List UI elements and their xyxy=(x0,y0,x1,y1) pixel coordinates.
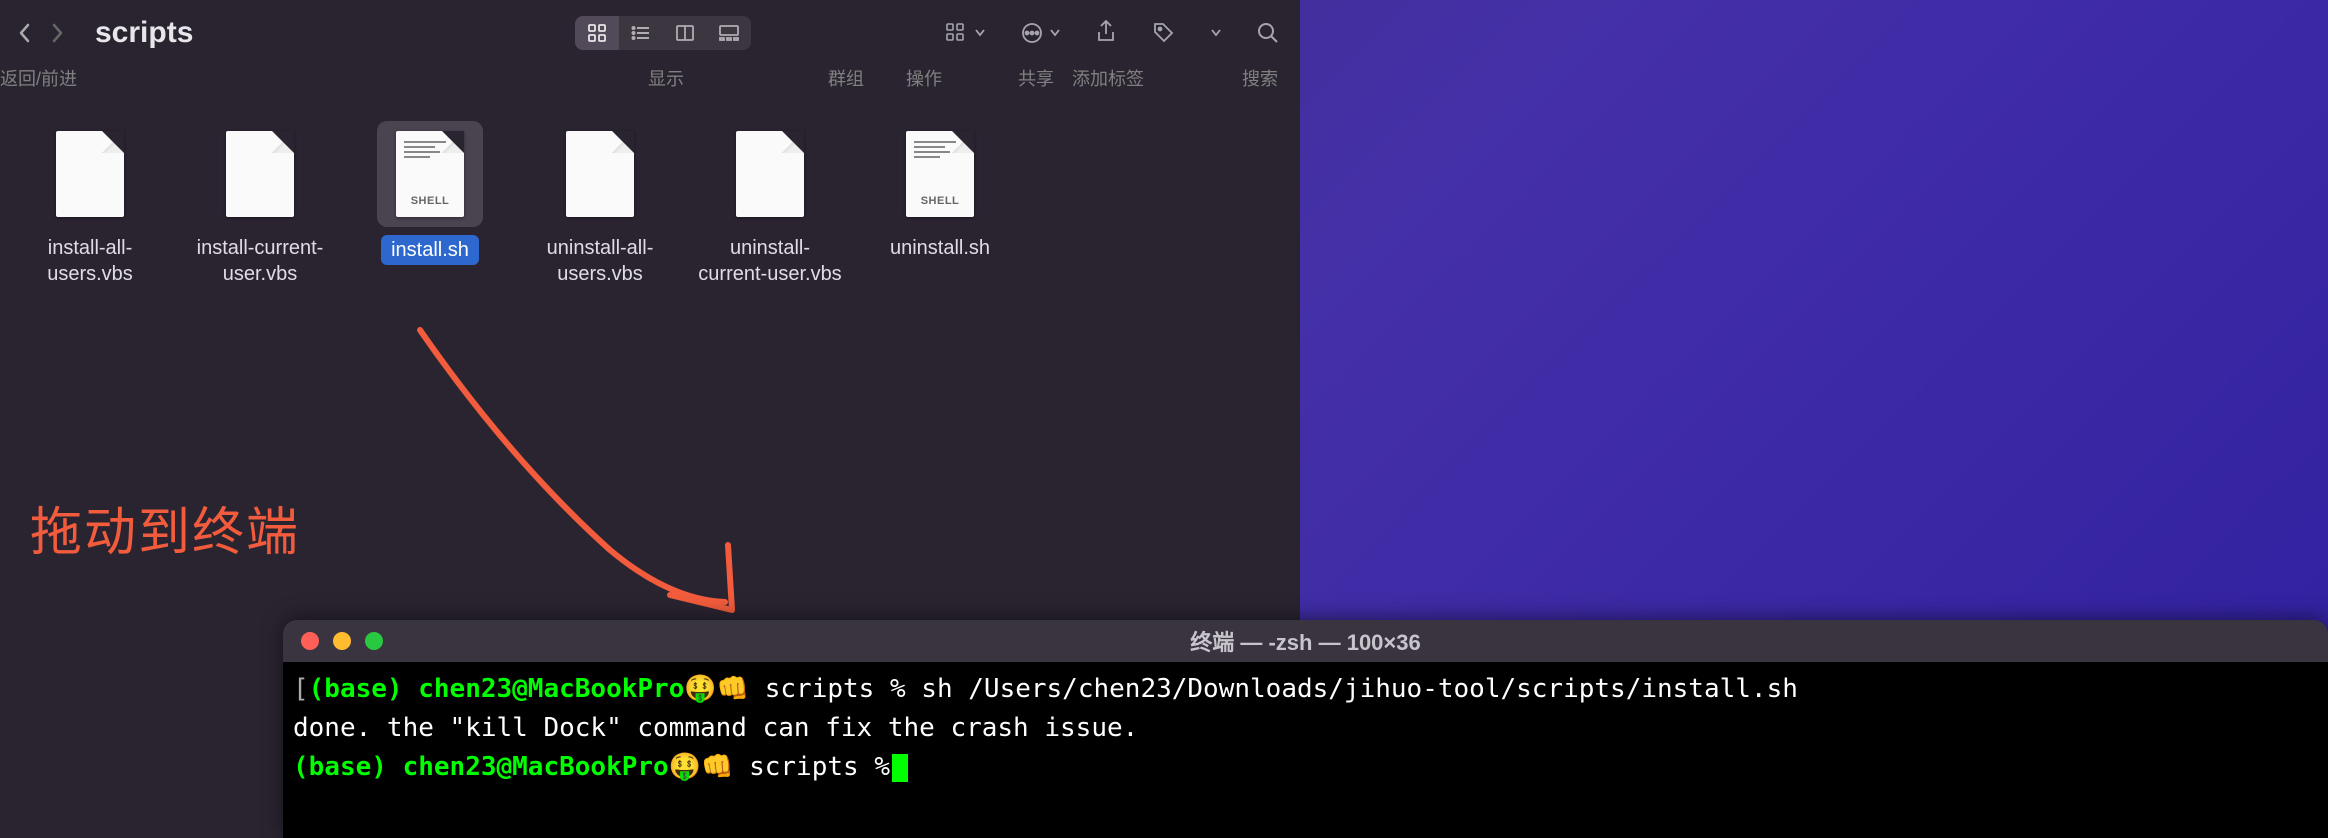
nav-label: 返回/前进 xyxy=(0,65,77,91)
toolbar-right xyxy=(945,20,1280,46)
tags-button[interactable] xyxy=(1152,21,1176,45)
shell-tag: SHELL xyxy=(404,195,456,207)
gallery-view-button[interactable] xyxy=(707,16,751,50)
view-mode-group xyxy=(575,16,751,50)
shell-file-icon: SHELL xyxy=(906,131,974,217)
display-label: 显示 xyxy=(648,65,684,91)
file-label: uninstall.sh xyxy=(890,235,990,261)
file-label: uninstall-current-user.vbs xyxy=(698,235,842,287)
view-controls xyxy=(575,16,751,50)
cursor-icon xyxy=(892,754,908,782)
search-button[interactable] xyxy=(1256,21,1280,45)
file-label: uninstall-all-users.vbs xyxy=(528,235,672,287)
search-label: 搜索 xyxy=(1242,65,1278,91)
back-button[interactable] xyxy=(10,18,40,48)
prompt-userhost: chen23@MacBookPro🤑👊 xyxy=(418,674,749,704)
terminal-body[interactable]: [(base) chen23@MacBookPro🤑👊 scripts % sh… xyxy=(283,662,2328,838)
group-label: 群组 xyxy=(828,65,864,91)
prompt-sym: % xyxy=(874,752,890,782)
traffic-lights xyxy=(301,632,383,650)
file-label: install.sh xyxy=(381,235,479,265)
chevron-down-icon xyxy=(975,29,985,37)
icon-view-button[interactable] xyxy=(575,16,619,50)
finder-title: scripts xyxy=(95,16,193,50)
group-button[interactable] xyxy=(945,22,985,44)
action-button[interactable] xyxy=(1020,21,1060,45)
file-item[interactable]: uninstall-current-user.vbs xyxy=(690,113,850,295)
prompt-env: (base) xyxy=(293,752,387,782)
action-label: 操作 xyxy=(906,65,942,91)
terminal-command: sh /Users/chen23/Downloads/jihuo-tool/sc… xyxy=(921,674,1798,704)
finder-sublabels: 返回/前进 显示 群组 操作 共享 添加标签 搜索 xyxy=(0,65,1300,93)
list-view-button[interactable] xyxy=(619,16,663,50)
share-label: 共享 xyxy=(1018,65,1054,91)
more-button[interactable] xyxy=(1211,29,1221,37)
annotation-text: 拖动到终端 xyxy=(30,490,300,565)
tags-label: 添加标签 xyxy=(1072,65,1144,91)
forward-button[interactable] xyxy=(42,18,72,48)
finder-toolbar: scripts xyxy=(0,0,1300,65)
minimize-button[interactable] xyxy=(333,632,351,650)
shell-tag: SHELL xyxy=(914,195,966,207)
file-item[interactable]: install-current-user.vbs xyxy=(180,113,340,295)
file-icon xyxy=(56,131,124,217)
maximize-button[interactable] xyxy=(365,632,383,650)
prompt-sym: % xyxy=(890,674,906,704)
prompt-dir: scripts xyxy=(749,752,859,782)
terminal-window: 终端 — -zsh — 100×36 [(base) chen23@MacBoo… xyxy=(283,620,2328,838)
share-button[interactable] xyxy=(1095,20,1117,46)
file-item[interactable]: install-all-users.vbs xyxy=(10,113,170,295)
close-button[interactable] xyxy=(301,632,319,650)
column-view-button[interactable] xyxy=(663,16,707,50)
shell-file-icon: SHELL xyxy=(396,131,464,217)
terminal-title: 终端 — -zsh — 100×36 xyxy=(1190,625,1420,657)
chevron-down-icon xyxy=(1211,29,1221,37)
file-icon xyxy=(736,131,804,217)
nav-buttons xyxy=(10,18,72,48)
terminal-output: done. the "kill Dock" command can fix th… xyxy=(293,713,1138,743)
file-icon xyxy=(226,131,294,217)
terminal-titlebar[interactable]: 终端 — -zsh — 100×36 xyxy=(283,620,2328,662)
file-item[interactable]: SHELL uninstall.sh xyxy=(860,113,1020,295)
prompt-userhost: chen23@MacBookPro🤑👊 xyxy=(403,752,734,782)
file-item-selected[interactable]: SHELL install.sh xyxy=(350,113,510,295)
file-icon xyxy=(566,131,634,217)
prompt-dir: scripts xyxy=(765,674,875,704)
file-label: install-current-user.vbs xyxy=(188,235,332,287)
prompt-env: (base) xyxy=(309,674,403,704)
file-label: install-all-users.vbs xyxy=(18,235,162,287)
file-item[interactable]: uninstall-all-users.vbs xyxy=(520,113,680,295)
chevron-down-icon xyxy=(1050,29,1060,37)
